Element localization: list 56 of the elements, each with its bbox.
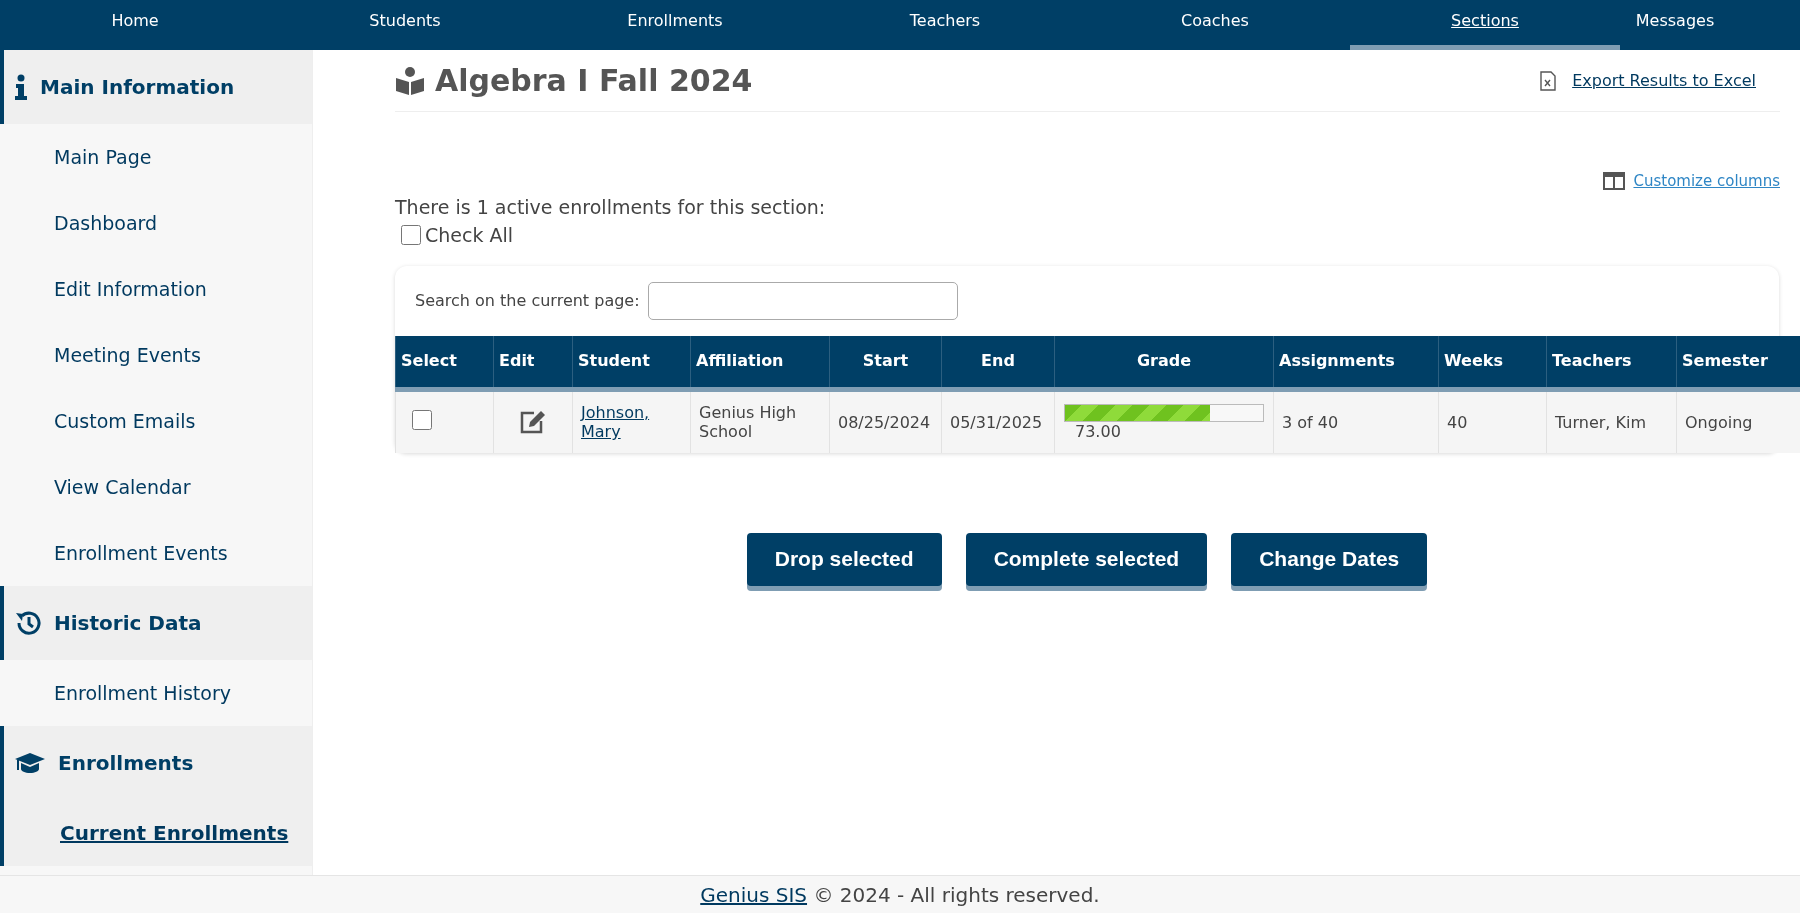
edit-icon[interactable] [520, 410, 546, 435]
search-field[interactable] [647, 281, 958, 320]
customize-columns-link[interactable]: Customize columns [1633, 170, 1780, 193]
column-header: Weeks [1438, 335, 1547, 390]
columns-icon [1603, 172, 1626, 191]
semester-cell: Ongoing [1676, 389, 1800, 453]
sidebar-item[interactable]: Current Enrollments [0, 800, 312, 866]
row-checkbox[interactable] [412, 410, 432, 431]
column-header: Affiliation [690, 335, 830, 390]
start-date-cell: 08/25/2024 [829, 389, 942, 453]
column-header: Teachers [1546, 335, 1677, 390]
column-header: Grade [1054, 335, 1274, 390]
column-header: Semester [1676, 335, 1800, 390]
nav-tab[interactable]: Home [0, 0, 270, 50]
info-icon [14, 74, 28, 100]
footer-text: Genius SIS © 2024 - All rights reserved. [700, 881, 1100, 909]
weeks-cell: 40 [1438, 389, 1547, 453]
column-header: Student [572, 335, 691, 390]
column-header: Edit [493, 335, 573, 390]
sidebar-item[interactable]: Dashboard [0, 190, 312, 256]
teachers-cell: Turner, Kim [1546, 389, 1677, 453]
sidebar-heading: Enrollments [58, 750, 194, 777]
graduation-cap-icon [14, 751, 46, 775]
sidebar-item[interactable]: Edit Information [0, 256, 312, 322]
column-header: Start [829, 335, 942, 390]
check-all-checkbox[interactable] [401, 225, 421, 246]
nav-tab[interactable]: Messages [1620, 0, 1730, 50]
nav-tab[interactable]: Enrollments [540, 0, 810, 50]
sidebar-item[interactable]: Custom Emails [0, 388, 312, 454]
nav-tab[interactable]: Sections [1350, 0, 1620, 50]
sidebar-item[interactable]: Enrollment Events [0, 520, 312, 586]
sidebar-heading: Historic Data [54, 610, 202, 637]
affiliation-cell: Genius High School [690, 389, 830, 453]
history-icon [14, 609, 42, 637]
assignments-cell: 3 of 40 [1273, 389, 1439, 453]
column-header: End [941, 335, 1055, 390]
column-header: Assignments [1273, 335, 1439, 390]
nav-tab[interactable]: Coaches [1080, 0, 1350, 50]
check-all-label: Check All [425, 223, 514, 248]
nav-tab[interactable]: Students [270, 0, 540, 50]
grade-value: 73.00 [1074, 421, 1122, 441]
sidebar-heading: Main Information [40, 74, 235, 101]
excel-file-icon [1540, 70, 1557, 91]
sidebar-item[interactable]: Meeting Events [0, 322, 312, 388]
book-reader-icon [395, 66, 425, 95]
export-excel-link[interactable]: Export Results to Excel [1572, 68, 1756, 93]
nav-tab[interactable]: Teachers [810, 0, 1080, 50]
sidebar-item[interactable]: Main Page [0, 124, 312, 190]
end-date-cell: 05/31/2025 [941, 389, 1055, 453]
column-header: Select [395, 335, 494, 390]
footer-link[interactable]: Genius SIS [700, 882, 808, 907]
enrollment-summary: There is 1 active enrollments for this section: [395, 194, 827, 220]
page-title: Algebra I Fall 2024 [435, 62, 753, 99]
sidebar-item[interactable]: Enrollment History [0, 660, 312, 726]
sidebar-item[interactable]: View Calendar [0, 454, 312, 520]
search-label: Search on the current page: [415, 289, 640, 312]
